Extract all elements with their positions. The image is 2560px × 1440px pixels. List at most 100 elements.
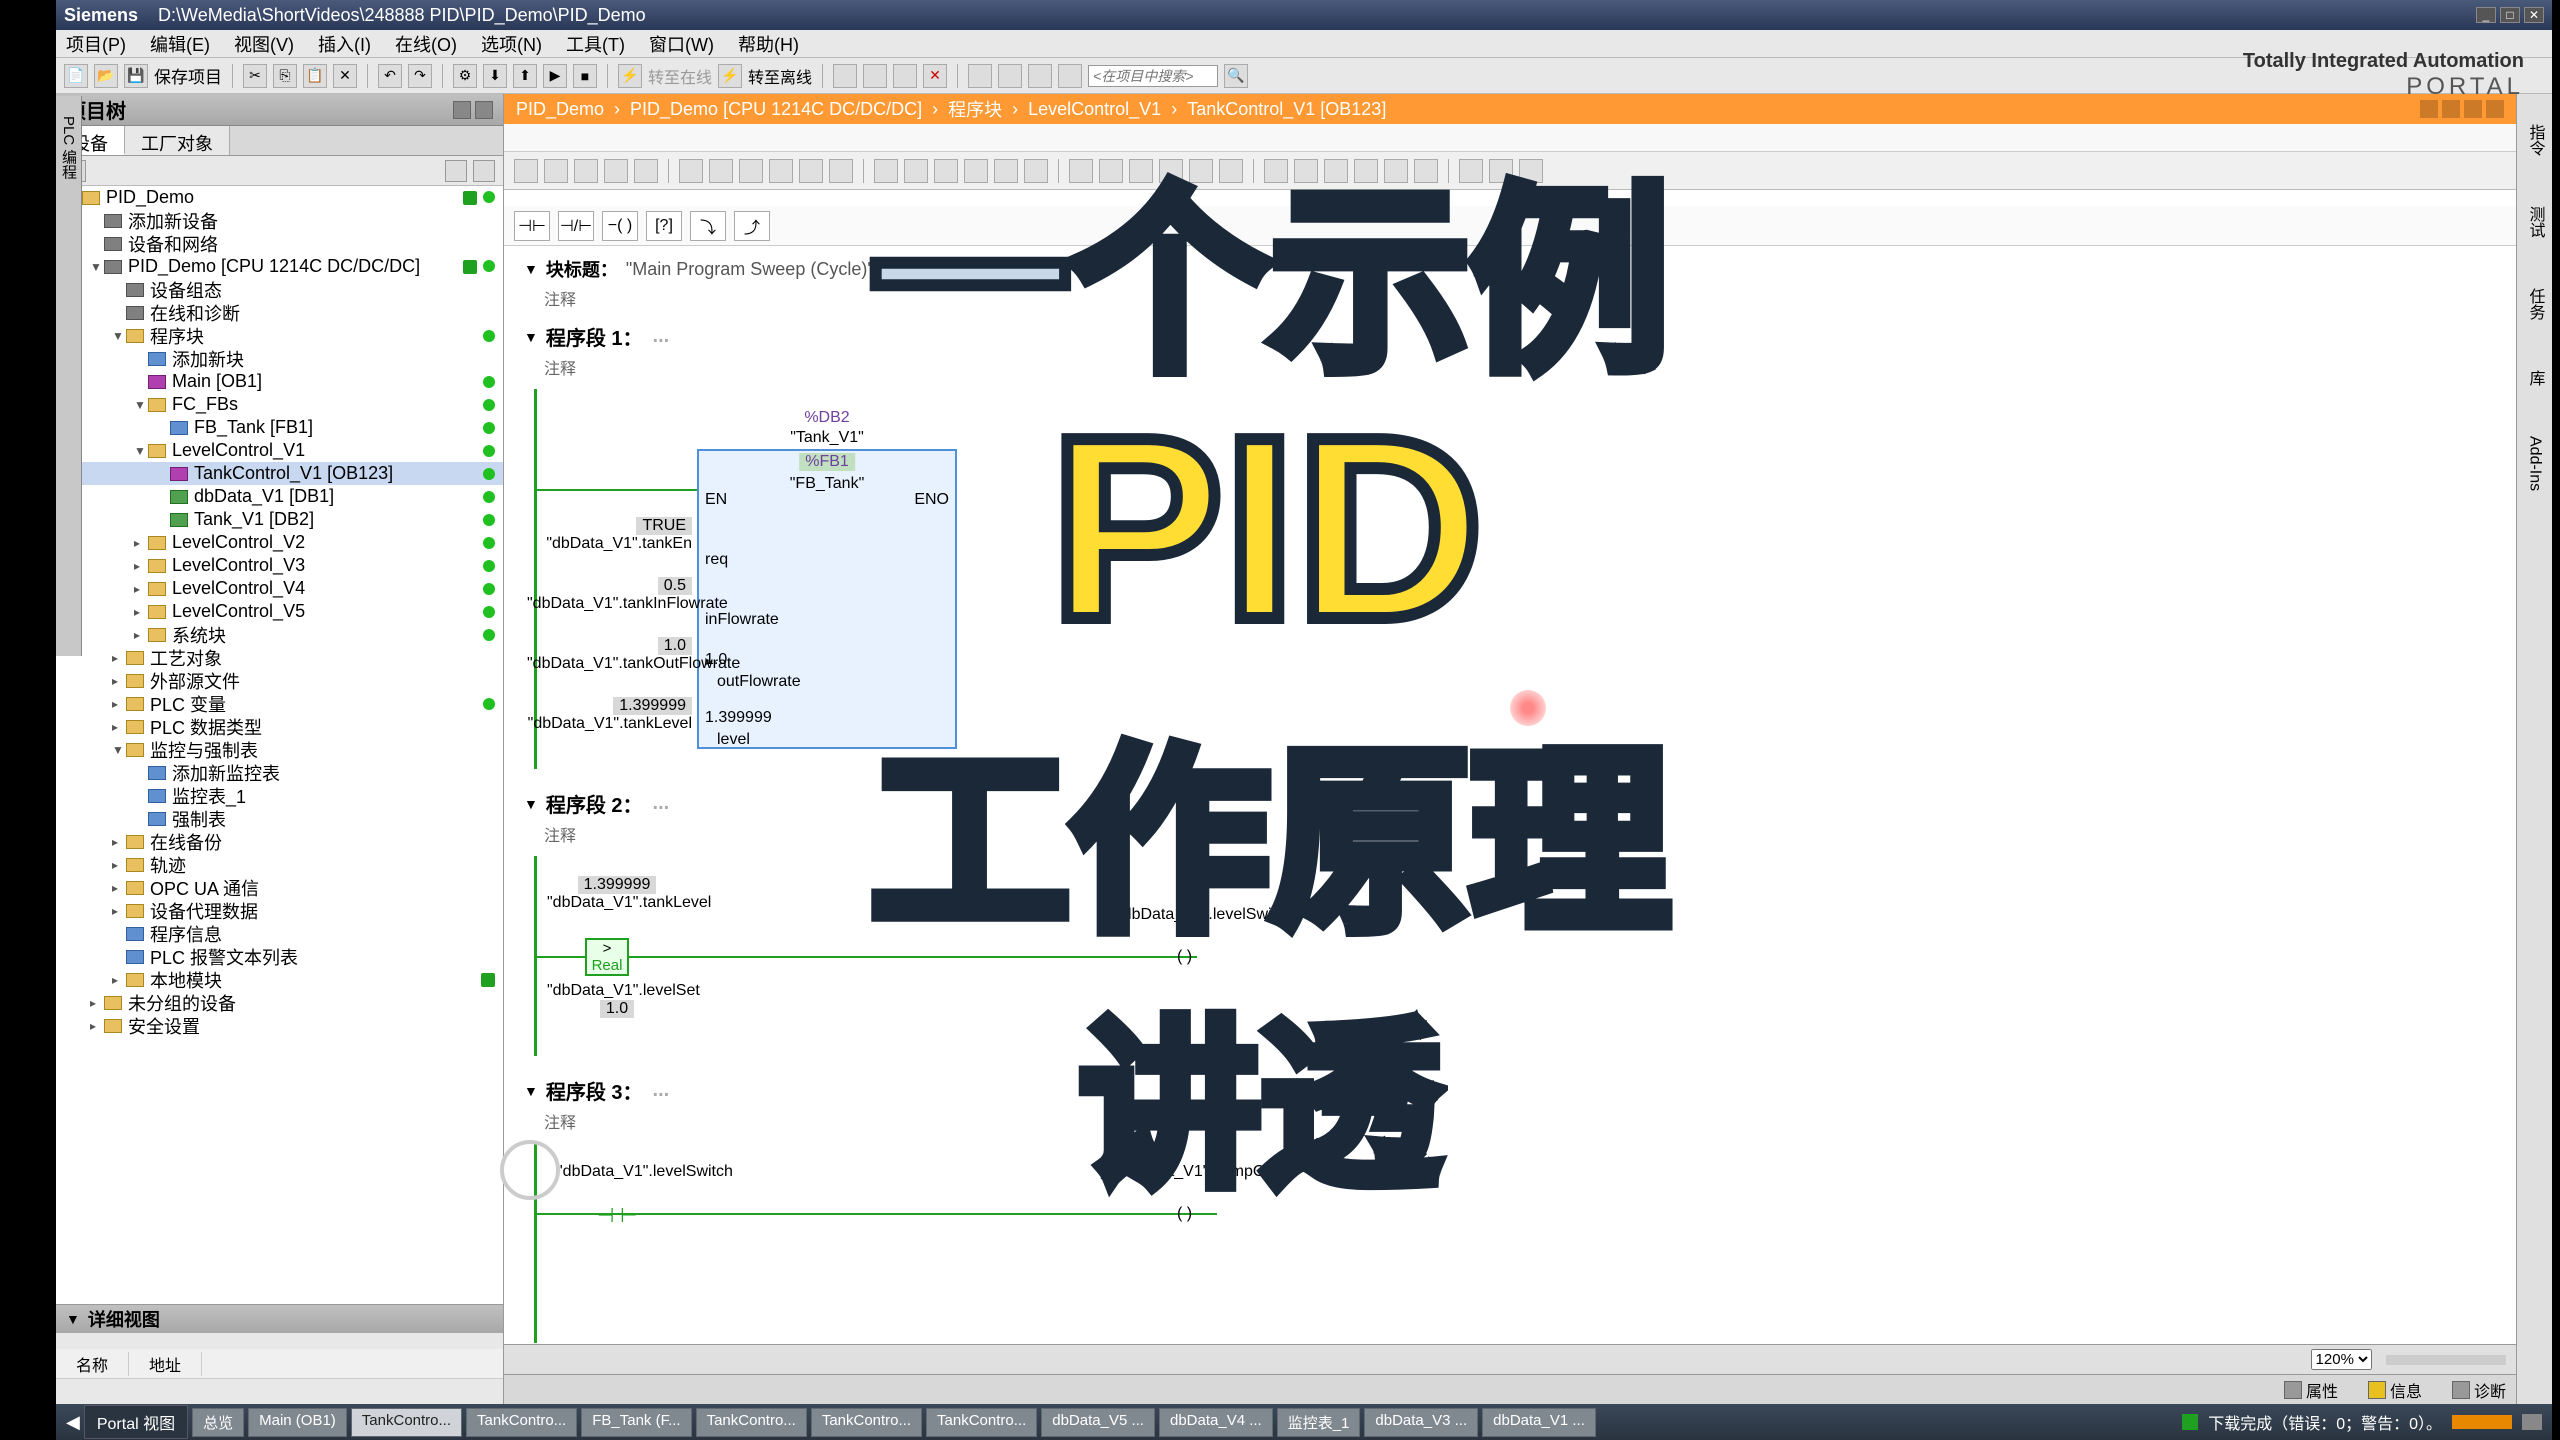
tree-item[interactable]: 监控表_1 xyxy=(56,784,503,807)
info-tab[interactable]: 信息 xyxy=(2368,1378,2422,1402)
tree-item[interactable]: ▸OPC UA 通信 xyxy=(56,876,503,899)
go-offline-icon[interactable]: ⚡ xyxy=(718,64,742,88)
tree-item[interactable]: FB_Tank [FB1] xyxy=(56,416,503,439)
download-icon[interactable]: ⬇ xyxy=(483,64,507,88)
editor-tb-icon[interactable] xyxy=(634,159,658,183)
menu-item[interactable]: 选项(N) xyxy=(481,31,542,57)
editor-tb-icon[interactable] xyxy=(829,159,853,183)
tree-item[interactable]: ▸PLC 数据类型 xyxy=(56,715,503,738)
editor-tb-icon[interactable] xyxy=(544,159,568,183)
footer-tab[interactable]: TankContro... xyxy=(926,1408,1037,1437)
tree-item[interactable]: 设备组态 xyxy=(56,278,503,301)
editor-tb-icon[interactable] xyxy=(739,159,763,183)
tree-item[interactable]: 添加新监控表 xyxy=(56,761,503,784)
editor-tb-icon[interactable] xyxy=(994,159,1018,183)
hdr-icon[interactable] xyxy=(453,101,471,119)
diagnostics-tab[interactable]: 诊断 xyxy=(2452,1378,2506,1402)
editor-tb-icon[interactable] xyxy=(904,159,928,183)
go-online-label[interactable]: 转至在线 xyxy=(648,64,712,88)
tb-icon-6[interactable] xyxy=(1028,64,1052,88)
redo-icon[interactable]: ↷ xyxy=(408,64,432,88)
breadcrumb-item[interactable]: PID_Demo [CPU 1214C DC/DC/DC] xyxy=(630,99,922,120)
tree-item[interactable]: TankControl_V1 [OB123] xyxy=(56,462,503,485)
go-offline-label[interactable]: 转至离线 xyxy=(748,64,812,88)
menu-item[interactable]: 视图(V) xyxy=(234,31,294,57)
compile-icon[interactable]: ⚙ xyxy=(453,64,477,88)
editor-tb-icon[interactable] xyxy=(1069,159,1093,183)
tree-item[interactable]: 设备和网络 xyxy=(56,232,503,255)
minimize-button[interactable]: _ xyxy=(2476,7,2496,23)
editor-body[interactable]: ▼ 块标题： "Main Program Sweep (Cycle)" 注释 ▼… xyxy=(504,246,2516,1344)
editor-tb-icon[interactable] xyxy=(964,159,988,183)
tb-icon-5[interactable] xyxy=(998,64,1022,88)
tree-item[interactable]: ▸设备代理数据 xyxy=(56,899,503,922)
editor-tb-icon[interactable] xyxy=(709,159,733,183)
tree-item[interactable]: ▸外部源文件 xyxy=(56,669,503,692)
footer-tab[interactable]: TankContro... xyxy=(811,1408,922,1437)
cut-icon[interactable]: ✂ xyxy=(243,64,267,88)
footer-tab[interactable]: 监控表_1 xyxy=(1277,1408,1361,1437)
copy-icon[interactable]: ⎘ xyxy=(273,64,297,88)
menu-item[interactable]: 在线(O) xyxy=(395,31,457,57)
dock-tab[interactable]: 指令 xyxy=(2519,114,2551,166)
tree-item[interactable]: ▼FC_FBs xyxy=(56,393,503,416)
dock-tab[interactable]: 库 xyxy=(2519,360,2551,396)
dock-tab[interactable]: 任务 xyxy=(2519,278,2551,330)
footer-tab[interactable]: TankContro... xyxy=(351,1408,462,1437)
menu-item[interactable]: 插入(I) xyxy=(318,31,371,57)
menu-item[interactable]: 编辑(E) xyxy=(150,31,210,57)
editor-tb-icon[interactable] xyxy=(769,159,793,183)
open-project-icon[interactable]: 📂 xyxy=(94,64,118,88)
dock-tab[interactable]: 测试 xyxy=(2519,196,2551,248)
properties-tab[interactable]: 属性 xyxy=(2284,1378,2338,1402)
tree-item[interactable]: ▸LevelControl_V5 xyxy=(56,600,503,623)
menu-item[interactable]: 项目(P) xyxy=(66,31,126,57)
upload-icon[interactable]: ⬆ xyxy=(513,64,537,88)
tree-item[interactable]: ▸本地模块 xyxy=(56,968,503,991)
hdr-icon[interactable] xyxy=(475,101,493,119)
footer-tab[interactable]: TankContro... xyxy=(466,1408,577,1437)
editor-tb-icon[interactable] xyxy=(1294,159,1318,183)
editor-tb-icon[interactable] xyxy=(1489,159,1513,183)
tab-plant[interactable]: 工厂对象 xyxy=(125,126,230,155)
tree-item[interactable]: ▼监控与强制表 xyxy=(56,738,503,761)
tree-item[interactable]: ▸工艺对象 xyxy=(56,646,503,669)
breadcrumb-item[interactable]: 程序块 xyxy=(948,96,1002,122)
tree-item[interactable]: ▸系统块 xyxy=(56,623,503,646)
breadcrumb-item[interactable]: TankControl_V1 [OB123] xyxy=(1187,99,1386,120)
network-3[interactable]: ▼程序段 3：... 注释 "dbData_V1".levelSwitch ⊣ … xyxy=(524,1076,2496,1343)
undo-icon[interactable]: ↶ xyxy=(378,64,402,88)
tree-item[interactable]: ▸未分组的设备 xyxy=(56,991,503,1014)
breadcrumb-item[interactable]: LevelControl_V1 xyxy=(1028,99,1161,120)
tree-item[interactable]: ▸LevelControl_V2 xyxy=(56,531,503,554)
editor-tb-icon[interactable] xyxy=(604,159,628,183)
new-project-icon[interactable]: 📄 xyxy=(64,64,88,88)
zoom-slider[interactable] xyxy=(2386,1355,2506,1365)
editor-tb-icon[interactable] xyxy=(1219,159,1243,183)
editor-tb-icon[interactable] xyxy=(1414,159,1438,183)
editor-tb-icon[interactable] xyxy=(574,159,598,183)
footer-tab[interactable]: dbData_V5 ... xyxy=(1041,1408,1155,1437)
tb-icon-3[interactable] xyxy=(893,64,917,88)
expand-icon[interactable] xyxy=(473,160,495,182)
tree-item[interactable]: ▼程序块 xyxy=(56,324,503,347)
lad-coil-icon[interactable]: −( ) xyxy=(602,211,638,241)
footer-tab[interactable]: TankContro... xyxy=(696,1408,807,1437)
plc-programming-tab[interactable]: PLC 编程 xyxy=(56,96,82,656)
go-online-icon[interactable]: ⚡ xyxy=(618,64,642,88)
network-2[interactable]: ▼程序段 2：... 注释 1.399999 "dbData_V1".tankL… xyxy=(524,789,2496,1056)
lad-branch2-icon[interactable]: ⤴ xyxy=(734,211,770,241)
editor-tb-icon[interactable] xyxy=(1519,159,1543,183)
footer-tab[interactable]: FB_Tank (F... xyxy=(581,1408,691,1437)
editor-tb-icon[interactable] xyxy=(1384,159,1408,183)
close-button[interactable]: ✕ xyxy=(2524,7,2544,23)
simulate-icon[interactable]: ▶ xyxy=(543,64,567,88)
editor-tb-icon[interactable] xyxy=(1459,159,1483,183)
maximize-button[interactable]: □ xyxy=(2500,7,2520,23)
lad-branch-icon[interactable]: ⤵ xyxy=(690,211,726,241)
editor-tb-icon[interactable] xyxy=(1264,159,1288,183)
paste-icon[interactable]: 📋 xyxy=(303,64,327,88)
tree-item[interactable]: PLC 报警文本列表 xyxy=(56,945,503,968)
footer-tab[interactable]: dbData_V3 ... xyxy=(1364,1408,1478,1437)
menu-item[interactable]: 工具(T) xyxy=(566,31,625,57)
